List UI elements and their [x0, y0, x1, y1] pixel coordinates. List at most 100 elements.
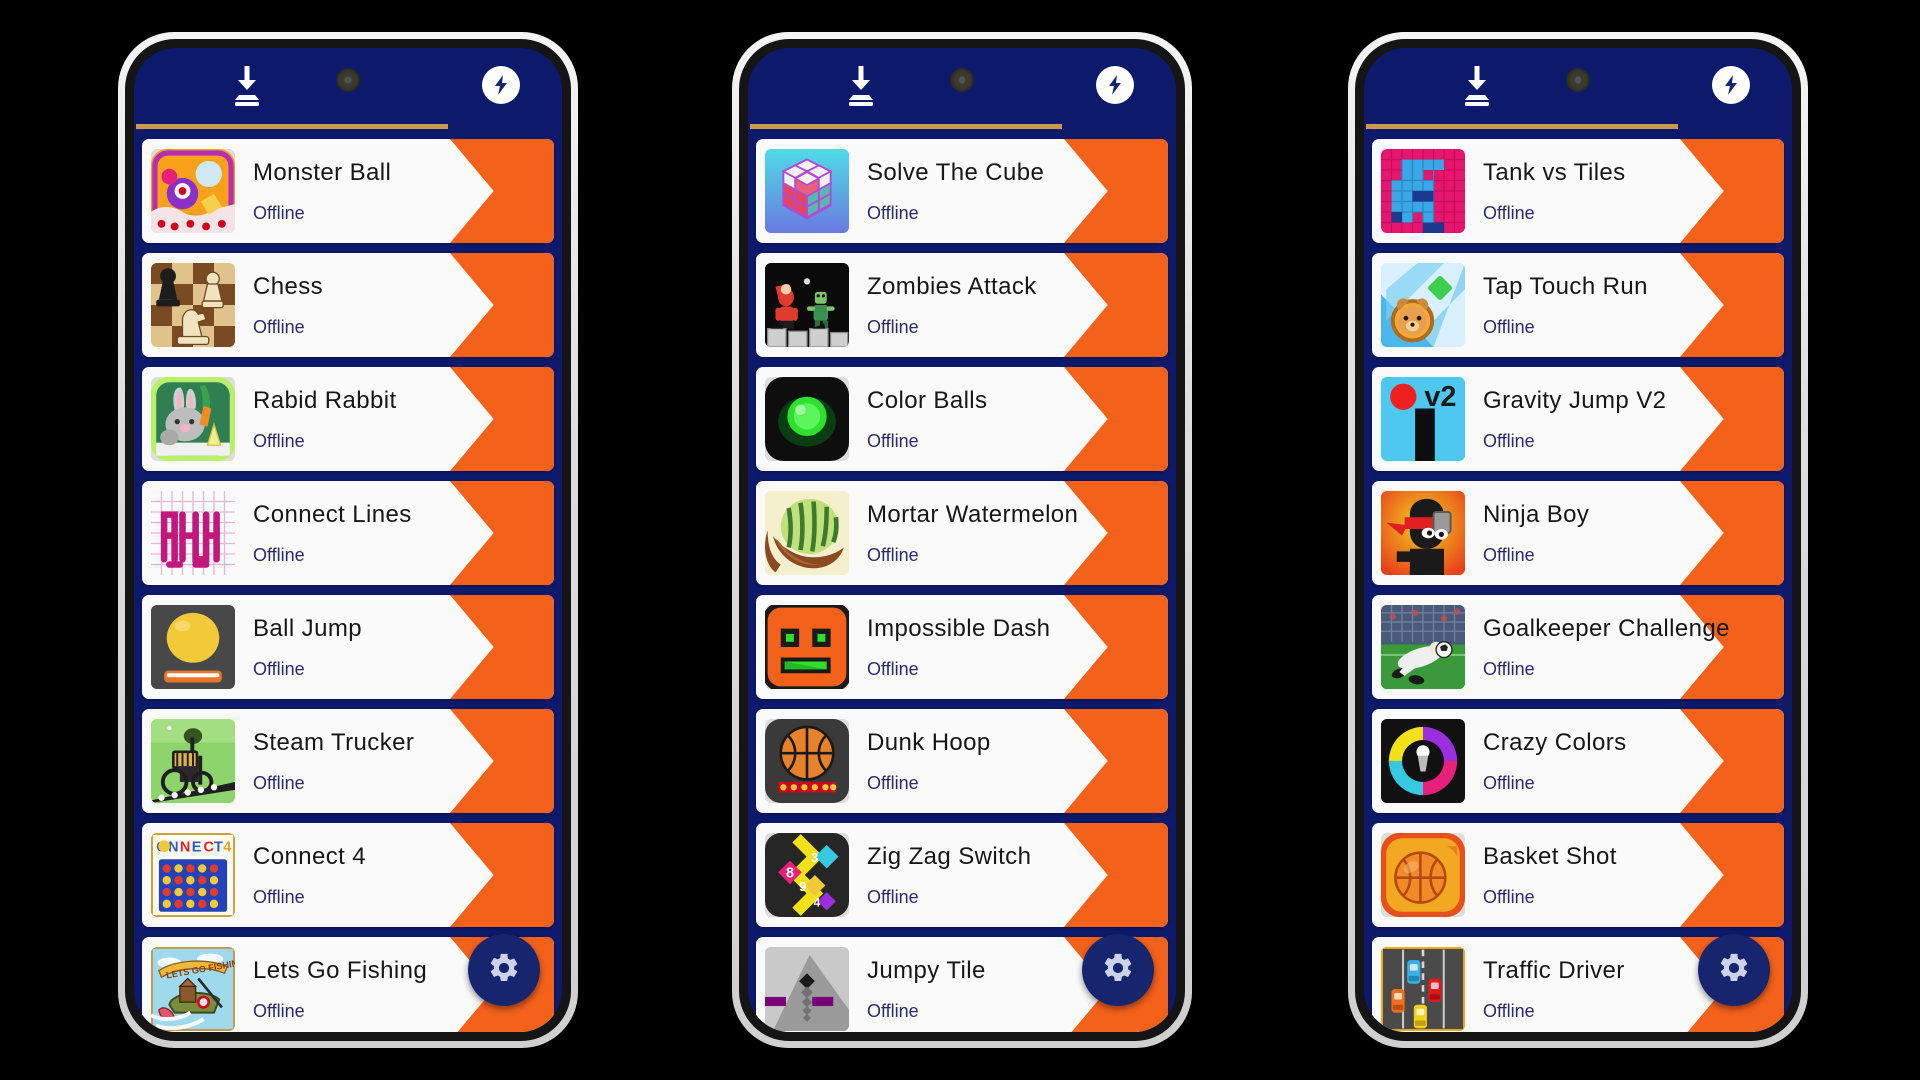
phone-mockup-3: Tank vs Tiles Offline Tap Touch Run Offline…	[1348, 32, 1808, 1048]
game-title: Gravity Jump V2	[1483, 386, 1667, 414]
status-badge: Offline	[867, 886, 919, 907]
camera-notch	[336, 68, 360, 92]
chevron-right-accent	[1680, 139, 1784, 243]
rabid-rabbit-icon	[151, 377, 235, 461]
game-list[interactable]: Monster Ball Offline Chess Offline Rabid Rab…	[134, 129, 562, 1032]
download-to-tray-icon[interactable]	[1460, 64, 1494, 108]
tap-touch-run-icon	[1381, 263, 1465, 347]
game-list-item[interactable]: Connect Lines Offline	[142, 481, 554, 585]
status-badge: Offline	[867, 772, 919, 793]
game-list-item[interactable]: Dunk Hoop Offline	[756, 709, 1168, 813]
game-meta: Ninja Boy Offline	[1483, 501, 1589, 566]
game-list-item[interactable]: Color Balls Offline	[756, 367, 1168, 471]
status-badge: Offline	[253, 772, 305, 793]
lets-go-fishing-icon	[151, 947, 235, 1031]
camera-lens-dot	[1574, 76, 1582, 84]
game-meta: Solve The Cube Offline	[867, 159, 1044, 224]
game-list-item[interactable]: Zombies Attack Offline	[756, 253, 1168, 357]
chevron-right-accent	[450, 481, 554, 585]
download-to-tray-icon[interactable]	[230, 64, 264, 108]
game-list-item[interactable]: Connect 4 Offline	[142, 823, 554, 927]
game-list-item[interactable]: Basket Shot Offline	[1372, 823, 1784, 927]
tank-vs-tiles-icon	[1381, 149, 1465, 233]
download-to-tray-icon[interactable]	[844, 64, 878, 108]
chevron-right-accent	[450, 823, 554, 927]
game-title: Tap Touch Run	[1483, 272, 1648, 300]
status-topbar	[748, 48, 1176, 124]
game-list-item[interactable]: Monster Ball Offline	[142, 139, 554, 243]
game-list-item[interactable]: Crazy Colors Offline	[1372, 709, 1784, 813]
chevron-right-accent	[450, 367, 554, 471]
chevron-right-accent	[450, 595, 554, 699]
game-meta: Crazy Colors Offline	[1483, 729, 1627, 794]
game-list-item[interactable]: Steam Trucker Offline	[142, 709, 554, 813]
game-meta: Traffic Driver Offline	[1483, 957, 1625, 1022]
game-list-item[interactable]: Rabid Rabbit Offline	[142, 367, 554, 471]
chevron-right-accent	[1064, 595, 1168, 699]
game-list-item[interactable]: Goalkeeper Challenge Offline	[1372, 595, 1784, 699]
lightning-bolt-icon[interactable]	[1096, 66, 1134, 104]
chevron-right-accent	[450, 139, 554, 243]
game-title: Goalkeeper Challenge	[1483, 614, 1730, 642]
game-meta: Rabid Rabbit Offline	[253, 387, 397, 452]
game-title: Impossible Dash	[867, 614, 1051, 642]
chevron-right-accent	[1064, 709, 1168, 813]
game-title: Zombies Attack	[867, 272, 1037, 300]
game-title: Zig Zag Switch	[867, 842, 1032, 870]
game-meta: Ball Jump Offline	[253, 615, 362, 680]
game-list-item[interactable]: Tank vs Tiles Offline	[1372, 139, 1784, 243]
game-list-item[interactable]: Ninja Boy Offline	[1372, 481, 1784, 585]
status-badge: Offline	[867, 202, 919, 223]
status-topbar	[134, 48, 562, 124]
game-meta: Tap Touch Run Offline	[1483, 273, 1648, 338]
status-badge: Offline	[1483, 658, 1535, 679]
chevron-right-accent	[1064, 139, 1168, 243]
settings-button[interactable]	[1698, 934, 1770, 1006]
game-list-item[interactable]: Tap Touch Run Offline	[1372, 253, 1784, 357]
game-list-item[interactable]: Mortar Watermelon Offline	[756, 481, 1168, 585]
dunk-hoop-icon	[765, 719, 849, 803]
monster-ball-icon	[151, 149, 235, 233]
phone-bezel: Tank vs Tiles Offline Tap Touch Run Offline…	[1355, 39, 1801, 1041]
gravity-jump-v2-icon	[1381, 377, 1465, 461]
phone-bezel: Monster Ball Offline Chess Offline Rabid Rab…	[125, 39, 571, 1041]
game-meta: Basket Shot Offline	[1483, 843, 1617, 908]
settings-button[interactable]	[468, 934, 540, 1006]
status-badge: Offline	[253, 430, 305, 451]
gear-icon	[1717, 951, 1751, 990]
status-topbar	[1364, 48, 1792, 124]
camera-notch	[950, 68, 974, 92]
status-badge: Offline	[867, 430, 919, 451]
chevron-right-accent	[1680, 709, 1784, 813]
lightning-bolt-icon[interactable]	[482, 66, 520, 104]
phone-mockup-2: Solve The Cube Offline Zombies Attack Offli…	[732, 32, 1192, 1048]
game-title: Lets Go Fishing	[253, 956, 428, 984]
status-badge: Offline	[867, 1000, 919, 1021]
game-list-item[interactable]: Zig Zag Switch Offline	[756, 823, 1168, 927]
ninja-boy-icon	[1381, 491, 1465, 575]
game-title: Connect Lines	[253, 500, 412, 528]
lightning-bolt-icon[interactable]	[1712, 66, 1750, 104]
game-list-item[interactable]: Ball Jump Offline	[142, 595, 554, 699]
chevron-right-accent	[450, 709, 554, 813]
game-title: Steam Trucker	[253, 728, 415, 756]
game-title: Solve The Cube	[867, 158, 1045, 186]
screenshot-stage: Monster Ball Offline Chess Offline Rabid Rab…	[0, 0, 1920, 1080]
status-badge: Offline	[867, 316, 919, 337]
status-badge: Offline	[1483, 316, 1535, 337]
chevron-right-accent	[1064, 253, 1168, 357]
game-list[interactable]: Tank vs Tiles Offline Tap Touch Run Offline…	[1364, 129, 1792, 1032]
camera-lens-dot	[958, 76, 966, 84]
game-list-item[interactable]: Solve The Cube Offline	[756, 139, 1168, 243]
zombies-attack-icon	[765, 263, 849, 347]
settings-button[interactable]	[1082, 934, 1154, 1006]
game-list-item[interactable]: Impossible Dash Offline	[756, 595, 1168, 699]
chess-icon	[151, 263, 235, 347]
game-title: Connect 4	[253, 842, 367, 870]
game-list[interactable]: Solve The Cube Offline Zombies Attack Offli…	[748, 129, 1176, 1032]
game-title: Dunk Hoop	[867, 728, 991, 756]
game-list-item[interactable]: Gravity Jump V2 Offline	[1372, 367, 1784, 471]
status-badge: Offline	[253, 886, 305, 907]
gear-icon	[1101, 951, 1135, 990]
game-list-item[interactable]: Chess Offline	[142, 253, 554, 357]
